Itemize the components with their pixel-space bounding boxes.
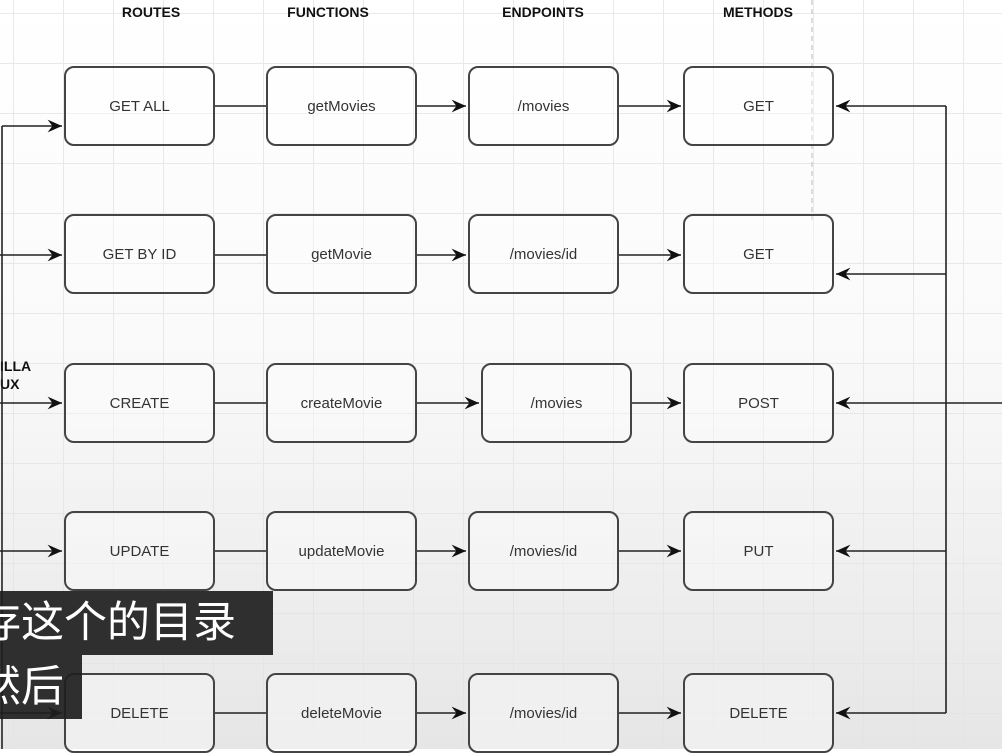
- route-box[interactable]: DELETE: [64, 673, 215, 753]
- method-box[interactable]: GET: [683, 214, 834, 294]
- function-box[interactable]: getMovie: [266, 214, 417, 294]
- method-box[interactable]: DELETE: [683, 673, 834, 753]
- route-box[interactable]: CREATE: [64, 363, 215, 443]
- function-box[interactable]: getMovies: [266, 66, 417, 146]
- route-box[interactable]: GET BY ID: [64, 214, 215, 294]
- endpoint-box[interactable]: /movies: [468, 66, 619, 146]
- method-box[interactable]: POST: [683, 363, 834, 443]
- function-box[interactable]: updateMovie: [266, 511, 417, 591]
- method-box[interactable]: PUT: [683, 511, 834, 591]
- route-box[interactable]: UPDATE: [64, 511, 215, 591]
- endpoint-box[interactable]: /movies/id: [468, 673, 619, 753]
- route-box[interactable]: GET ALL: [64, 66, 215, 146]
- function-box[interactable]: deleteMovie: [266, 673, 417, 753]
- method-box[interactable]: GET: [683, 66, 834, 146]
- subtitle-line1: 存这个的目录: [0, 591, 273, 655]
- endpoint-box[interactable]: /movies: [481, 363, 632, 443]
- function-box[interactable]: createMovie: [266, 363, 417, 443]
- endpoint-box[interactable]: /movies/id: [468, 511, 619, 591]
- subtitle-line2: 然后: [0, 655, 82, 719]
- endpoint-box[interactable]: /movies/id: [468, 214, 619, 294]
